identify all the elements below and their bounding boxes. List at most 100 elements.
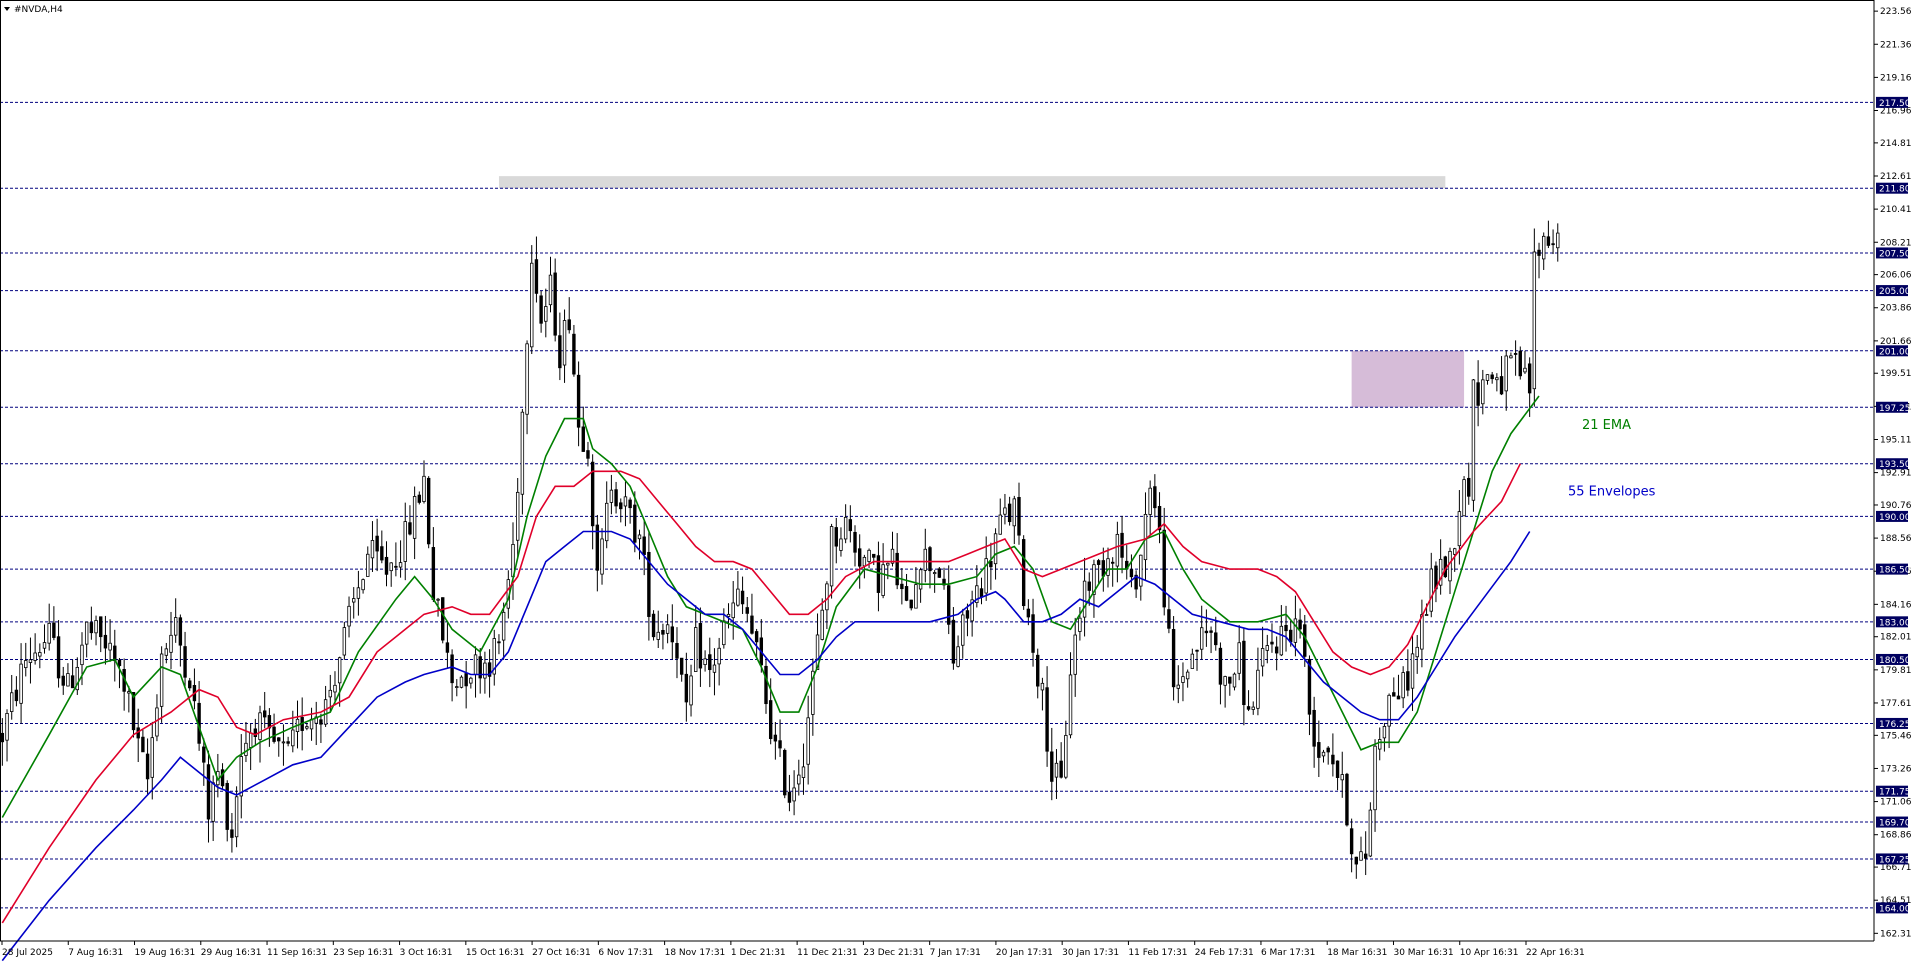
candle-body (1392, 692, 1396, 697)
candle-body (441, 597, 445, 641)
candle-body (998, 514, 1002, 535)
candle-body (918, 569, 923, 590)
candle-body (1363, 853, 1368, 859)
candle-body (169, 634, 173, 653)
candle-body (1110, 561, 1115, 564)
candle-body (28, 659, 33, 663)
candle-body (183, 646, 187, 678)
date-tick-label: 15 Oct 16:31 (466, 948, 525, 958)
candle-body (422, 475, 426, 502)
date-tick-label: 10 Apr 16:31 (1460, 948, 1519, 958)
candle-body (1359, 851, 1363, 861)
candle-body (754, 631, 759, 643)
candle-body (1270, 641, 1274, 645)
candle-body (14, 689, 19, 702)
price-tick-label: 188.56 (1880, 534, 1912, 544)
candle-body (1532, 251, 1537, 390)
candle-body (1424, 614, 1429, 616)
candle-body (712, 664, 717, 673)
candle-body (581, 426, 585, 452)
candle-body (623, 496, 628, 507)
candle-body (412, 496, 417, 539)
date-tick-label: 3 Oct 16:31 (400, 948, 453, 958)
candle-body (947, 585, 951, 625)
candle-body (684, 673, 689, 703)
candle-body (857, 548, 862, 567)
candle-body (768, 700, 773, 740)
candle-body (1345, 773, 1349, 826)
candle-body (356, 587, 361, 599)
candle-body (403, 521, 407, 562)
candle-body (1406, 671, 1410, 691)
price-tick-label: 179.81 (1880, 666, 1912, 676)
candle-body (70, 675, 75, 689)
candle-body (1204, 630, 1209, 634)
candle-body (1054, 762, 1059, 778)
candle-body (801, 766, 806, 778)
candle-body (544, 306, 548, 322)
candle-body (1542, 235, 1546, 260)
candle-body (1143, 513, 1148, 561)
candle-body (961, 614, 965, 646)
candle-body (881, 564, 885, 596)
candle-body (1200, 627, 1204, 650)
candle-body (1237, 642, 1241, 674)
candle-body (1448, 550, 1452, 582)
candle-body (530, 262, 534, 348)
date-tick-label: 7 Aug 16:31 (68, 948, 123, 958)
candle-body (1106, 558, 1110, 576)
candle-body (1415, 646, 1419, 658)
candle-body (483, 662, 487, 679)
candle-body (384, 556, 389, 575)
candle-body (605, 502, 609, 542)
candle-body (188, 680, 192, 689)
level-badge-label: 180.50 (1879, 656, 1911, 666)
candle-body (1040, 682, 1045, 691)
candle-body (923, 548, 927, 571)
candle-body (1298, 619, 1302, 630)
price-chart[interactable]: 223.56221.36219.16216.96214.81212.61210.… (0, 0, 1916, 963)
candle-body (1457, 511, 1462, 547)
candle-body (234, 796, 239, 838)
candle-body (473, 654, 478, 675)
level-badge-label: 217.50 (1879, 99, 1911, 109)
candle-body (323, 699, 328, 725)
candle-body (956, 646, 960, 667)
price-tick-label: 177.61 (1880, 699, 1912, 709)
date-tick-label: 6 Nov 17:31 (598, 948, 653, 958)
date-tick-label: 28 Jul 2025 (2, 948, 53, 958)
candle-body (1452, 548, 1457, 555)
candle-body (843, 516, 848, 540)
candle-body (965, 610, 970, 619)
candle-body (1307, 658, 1312, 715)
candle-body (1335, 760, 1340, 778)
candle-body (380, 546, 384, 561)
level-badge-label: 197.25 (1879, 404, 1911, 414)
candle-body (84, 621, 89, 645)
candle-body (328, 689, 332, 698)
candle-body (1326, 747, 1330, 753)
candle-body (202, 746, 206, 763)
candle-body (1373, 745, 1377, 811)
date-tick-label: 18 Nov 17:31 (665, 948, 726, 958)
candle-body (1518, 350, 1522, 377)
price-tick-label: 221.36 (1880, 40, 1912, 50)
candle-body (277, 737, 281, 742)
candle-body (553, 272, 557, 336)
candle-body (42, 642, 47, 649)
candle-body (932, 572, 937, 575)
candle-body (609, 489, 614, 503)
candle-body (1499, 376, 1504, 395)
price-tick-label: 219.16 (1880, 73, 1912, 83)
candle-body (445, 642, 450, 653)
candle-body (352, 598, 356, 603)
candle-body (979, 588, 984, 598)
candle-body (1214, 632, 1218, 646)
candle-body (703, 658, 707, 665)
candle-body (1312, 709, 1316, 747)
candle-body (520, 411, 525, 495)
date-tick-label: 23 Sep 16:31 (333, 948, 393, 958)
candle-body (675, 643, 679, 659)
candle-body (1139, 554, 1143, 587)
candle-body (698, 623, 703, 669)
